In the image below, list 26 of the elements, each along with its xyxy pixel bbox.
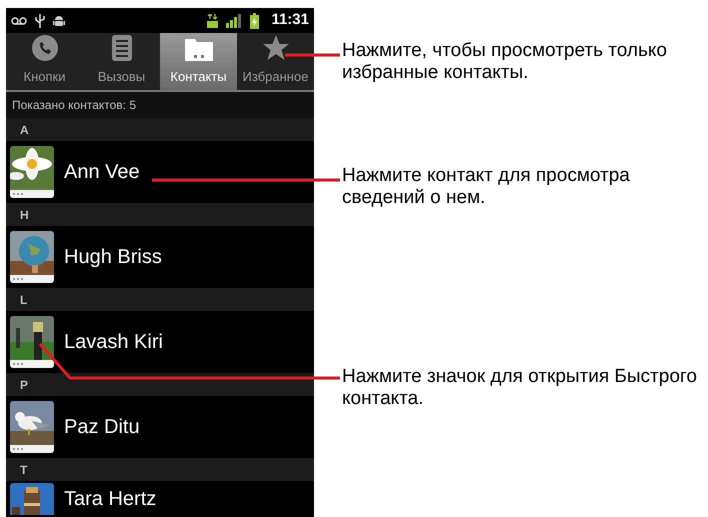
- callout-text: Нажмите значок для открытия Быстрого контакта.: [342, 366, 698, 410]
- contact-name[interactable]: Lavash Kiri: [64, 327, 163, 357]
- star-icon: [262, 34, 288, 60]
- section-header: H: [6, 203, 314, 226]
- contacts-count: Показано контактов: 5: [6, 92, 314, 118]
- usb-icon: [35, 14, 45, 28]
- callout-text: Нажмите контакт для просмотра сведений о нем.: [342, 165, 631, 209]
- folder-icon: [184, 38, 212, 60]
- network-3g-icon: [207, 14, 218, 28]
- contact-name[interactable]: Tara Hertz: [64, 483, 156, 511]
- contact-name[interactable]: Ann Vee: [64, 157, 140, 187]
- list-icon: [112, 34, 132, 60]
- voicemail-icon: [11, 16, 27, 24]
- android-robot-icon: [53, 14, 65, 26]
- section-header: A: [6, 118, 314, 141]
- callout-text: Нажмите, чтобы просмотреть только избранные контакты.: [342, 40, 668, 84]
- clock: 11:31: [271, 10, 309, 30]
- section-header: L: [6, 288, 314, 311]
- signal-icon: [226, 14, 242, 28]
- contact-name[interactable]: Hugh Briss: [64, 242, 162, 272]
- phone-icon: [32, 34, 58, 60]
- battery-icon: [250, 12, 260, 28]
- leader-line: [285, 54, 340, 56]
- tab[interactable]: Контакты: [160, 33, 237, 90]
- section-header: T: [6, 458, 314, 481]
- contact-name[interactable]: Paz Ditu: [64, 412, 140, 442]
